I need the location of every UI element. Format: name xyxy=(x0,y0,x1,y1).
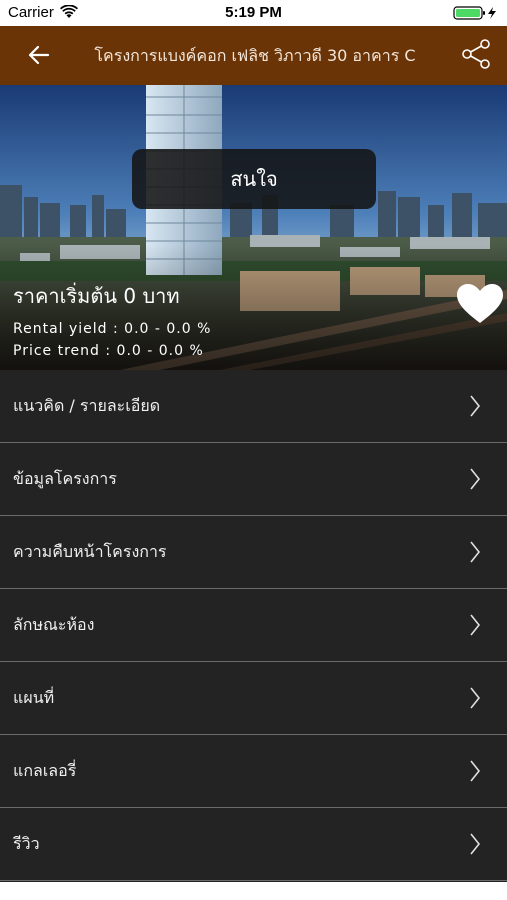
rental-yield: Rental yield : 0.0 - 0.0 % xyxy=(13,321,212,337)
price-info: ราคาเริ่มต้น 0 บาท Rental yield : 0.0 - … xyxy=(13,280,211,362)
menu-item-project-info[interactable]: ข้อมูลโครงการ xyxy=(0,443,507,516)
menu-item-review[interactable]: รีวิว xyxy=(0,808,507,881)
page-title: โครงการแบงค์คอก เฟลิช วิภาวดี 30 อาคาร C xyxy=(94,46,416,65)
menu-item-label: รีวิว xyxy=(13,834,40,853)
chevron-right-icon xyxy=(470,395,481,417)
menu-item-label: แผนที่ xyxy=(13,688,55,707)
chevron-right-icon xyxy=(470,687,481,709)
menu-item-gallery[interactable]: แกลเลอรี่ xyxy=(0,735,507,808)
clock: 5:19 PM xyxy=(225,4,282,21)
price-trend: Price trend : 0.0 - 0.0 % xyxy=(13,343,204,359)
menu-item-label: แกลเลอรี่ xyxy=(13,761,77,780)
battery-icon xyxy=(453,6,496,20)
menu-item-map[interactable]: แผนที่ xyxy=(0,662,507,735)
chevron-right-icon xyxy=(470,760,481,782)
menu-item-label: แนวคิด / รายละเอียด xyxy=(13,396,161,415)
project-menu: แนวคิด / รายละเอียด ข้อมูลโครงการ ความคื… xyxy=(0,370,507,882)
status-bar: Carrier 5:19 PM xyxy=(0,0,507,26)
menu-item-room-types[interactable]: ลักษณะห้อง xyxy=(0,589,507,662)
share-icon[interactable] xyxy=(461,39,491,69)
chevron-right-icon xyxy=(470,833,481,855)
menu-item-label: ความคืบหน้าโครงการ xyxy=(13,542,167,561)
heart-icon[interactable] xyxy=(456,283,504,325)
project-hero: สนใจ ราคาเริ่มต้น 0 บาท Rental yield : 0… xyxy=(0,85,507,370)
chevron-right-icon xyxy=(470,541,481,563)
chevron-right-icon xyxy=(470,468,481,490)
back-arrow-icon[interactable] xyxy=(28,43,50,67)
chevron-right-icon xyxy=(470,614,481,636)
menu-item-concept[interactable]: แนวคิด / รายละเอียด xyxy=(0,370,507,443)
menu-item-label: ข้อมูลโครงการ xyxy=(13,469,117,488)
starting-price: ราคาเริ่มต้น 0 บาท xyxy=(13,284,180,308)
menu-item-label: ลักษณะห้อง xyxy=(13,615,95,634)
interest-button[interactable]: สนใจ xyxy=(132,149,376,209)
navigation-bar: โครงการแบงค์คอก เฟลิช วิภาวดี 30 อาคาร C xyxy=(0,26,507,85)
menu-item-progress[interactable]: ความคืบหน้าโครงการ xyxy=(0,516,507,589)
